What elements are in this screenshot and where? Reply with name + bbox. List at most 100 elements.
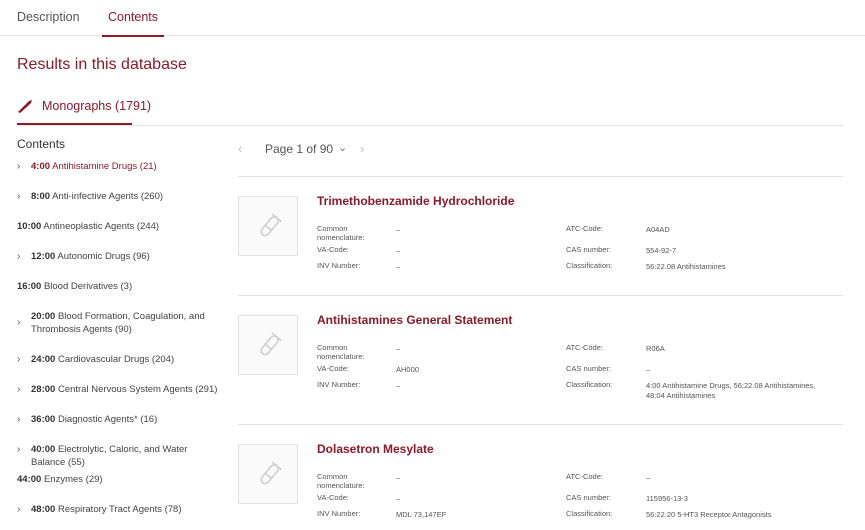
inv-number-value: MDL 73,147EF [396,510,447,519]
chevron-right-icon: › [17,414,21,425]
contents-item-number: 44:00 [17,474,42,485]
result-title[interactable]: Antihistamines General Statement [317,313,512,327]
chevron-right-icon: › [17,161,21,172]
chevron-right-icon: › [17,504,21,515]
contents-item-label: Cardiovascular Drugs (204) [55,354,175,365]
tab-monographs[interactable]: Monographs (1791) [17,98,151,126]
chevron-right-icon: › [17,444,21,455]
cas-number-value: 554-92-7 [646,246,677,255]
contents-item-number: 8:00 [31,191,51,202]
chevron-right-icon: › [17,384,21,395]
common-nomenclature-value: – [396,225,401,234]
atc-code-value: R06A [646,344,665,353]
va-code-value: AH000 [396,365,419,374]
contents-item-label: Diagnostic Agents* (16) [55,414,158,425]
va-code-label: VA-Code: [317,364,349,373]
contents-item[interactable]: › 20:00 Blood Formation, Coagulation, and… [17,310,217,336]
cas-number-label: CAS number: [566,364,612,373]
prev-page-button[interactable]: ‹ [238,141,242,156]
divider [238,176,843,177]
inv-number-value: – [396,262,401,271]
atc-code-label: ATC-Code: [566,343,603,352]
va-code-value: – [396,494,401,503]
contents-item[interactable]: › 12:00 Autonomic Drugs (96) [17,250,222,263]
inv-number-label: INV Number: [317,509,361,518]
va-code-label: VA-Code: [317,245,349,254]
atc-code-value: A04AD [646,225,670,234]
contents-item-label: Electrolytic, Caloric, and Water Balance… [31,444,188,468]
cas-number-value: – [646,365,651,374]
chevron-right-icon: › [17,191,21,202]
cas-number-value: 115956-13-3 [646,494,688,503]
chevron-right-icon: › [17,251,21,262]
test-tube-icon [260,213,282,237]
pipette-icon [18,100,32,113]
classification-label: Classification: [566,509,613,518]
test-tube-icon [260,461,282,485]
atc-code-label: ATC-Code: [566,224,603,233]
classification-value: 56:22.08 Antihistamines [646,262,726,271]
page-label[interactable]: Page 1 of 90 [265,142,333,156]
thumbnail-placeholder[interactable] [238,444,298,504]
contents-item-label: Central Nervous System Agents (291) [55,384,218,395]
classification-value: 4:00 Antihistamine Drugs, 56:22.08 Antih… [646,381,816,400]
inv-number-value: – [396,381,401,390]
top-tabs: Description Contents [0,0,865,37]
test-tube-icon [260,332,282,356]
result-title[interactable]: Dolasetron Mesylate [317,442,434,456]
atc-code-label: ATC-Code: [566,472,603,481]
contents-item-number: 24:00 [31,354,56,365]
cas-number-label: CAS number: [566,493,612,502]
contents-item[interactable]: 16:00 Blood Derivatives (3) [17,280,222,293]
contents-item[interactable]: 44:00 Enzymes (29) [17,473,222,486]
contents-item[interactable]: 10:00 Antineoplastic Agents (244) [17,220,222,233]
contents-item[interactable]: › 8:00 Anti-infective Agents (260) [17,190,222,203]
cas-number-label: CAS number: [566,245,612,254]
contents-item-label: Anti-infective Agents (260) [50,191,164,202]
tab-description[interactable]: Description [17,10,80,24]
contents-item-label: Enzymes (29) [41,474,103,485]
contents-heading: Contents [17,137,66,151]
chevron-right-icon: › [17,354,21,365]
contents-item[interactable]: › 24:00 Cardiovascular Drugs (204) [17,353,222,366]
monographs-label: Monographs (1791) [42,99,152,113]
contents-item[interactable]: › 4:00 Antihistamine Drugs (21) [17,160,222,173]
contents-item-number: 12:00 [31,251,56,262]
contents-item-number: 36:00 [31,414,56,425]
contents-item[interactable]: › 40:00 Electrolytic, Caloric, and Water … [17,443,222,469]
classification-label: Classification: [566,380,613,389]
page-title: Results in this database [17,56,187,73]
contents-item-label: Blood Derivatives (3) [41,281,133,292]
contents-item-label: Autonomic Drugs (96) [55,251,150,262]
common-nomenclature-value: – [396,344,401,353]
thumbnail-placeholder[interactable] [238,196,298,256]
classification-value: 56:22.20 5-HT3 Receptor Antagonists [646,510,772,519]
contents-item-number: 40:00 [31,444,56,455]
contents-item[interactable]: › 28:00 Central Nervous System Agents (29… [17,383,222,396]
chevron-right-icon: › [17,317,21,328]
contents-item[interactable]: › 36:00 Diagnostic Agents* (16) [17,413,222,426]
contents-item[interactable]: › 48:00 Respiratory Tract Agents (78) [17,503,222,516]
common-nomenclature-label: Common nomenclature: [317,343,365,361]
va-code-value: – [396,246,401,255]
result-title[interactable]: Trimethobenzamide Hydrochloride [317,194,514,208]
contents-item-label: Blood Formation, Coagulation, and Thromb… [31,311,205,335]
chevron-down-icon[interactable]: ⌄ [338,141,347,154]
contents-item-number: 16:00 [17,281,42,292]
divider [238,295,843,296]
next-page-button[interactable]: › [360,141,364,156]
tab-contents[interactable]: Contents [101,10,165,37]
result-card: Antihistamines General Statement Common n… [238,295,843,415]
atc-code-value: – [646,473,651,482]
contents-item-number: 48:00 [31,504,56,515]
result-card: Trimethobenzamide Hydrochloride Common no… [238,176,843,296]
common-nomenclature-label: Common nomenclature: [317,224,365,242]
contents-item-number: 4:00 [31,161,51,172]
classification-label: Classification: [566,261,613,270]
contents-item-number: 20:00 [31,311,56,322]
contents-item-label: Antineoplastic Agents (244) [41,221,160,232]
contents-item-label: Respiratory Tract Agents (78) [55,504,182,515]
result-card: Dolasetron Mesylate Common nomenclature: –… [238,424,843,530]
thumbnail-placeholder[interactable] [238,315,298,375]
va-code-label: VA-Code: [317,493,349,502]
